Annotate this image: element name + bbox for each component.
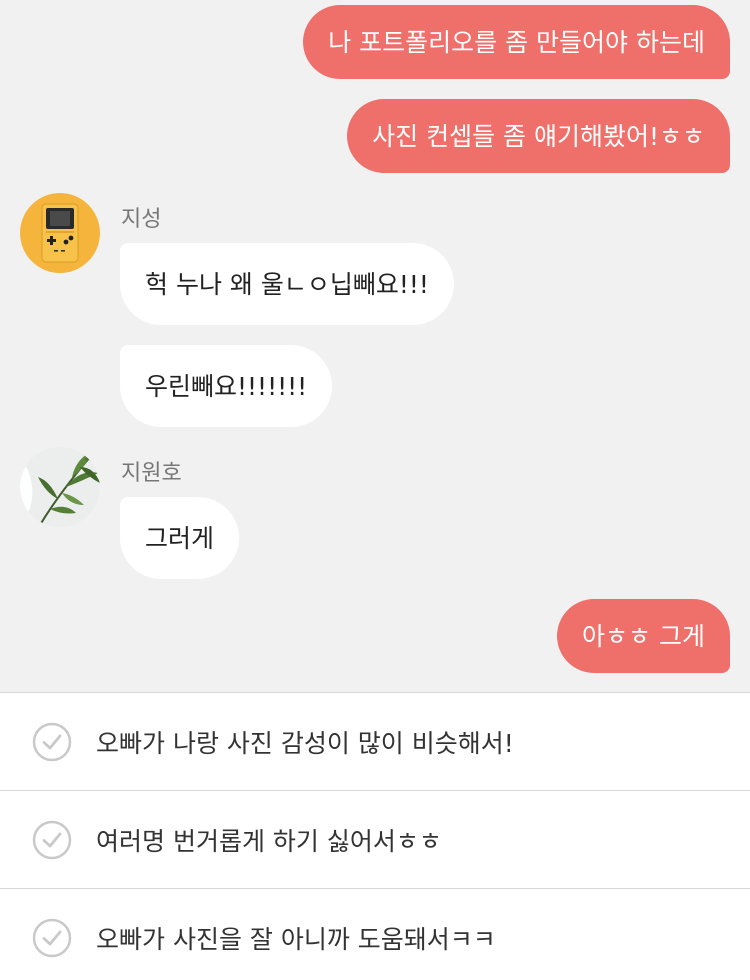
message-text: 사진 컨셉들 좀 얘기해봤어!ㅎㅎ: [372, 121, 705, 151]
reply-choice-label: 여러명 번거롭게 하기 싫어서ㅎㅎ: [96, 826, 442, 856]
message-text: 우린빼요!!!!!!!: [145, 371, 308, 401]
reply-choice-option[interactable]: 오빠가 사진을 잘 아니까 도움돼서ㅋㅋ: [0, 889, 750, 980]
message-text: 나 포트폴리오를 좀 만들어야 하는데: [328, 27, 705, 57]
reply-choices-panel: 오빠가 나랑 사진 감성이 많이 비슷해서! 여러명 번거롭게 하기 싫어서ㅎㅎ…: [0, 692, 750, 980]
reply-choice-option[interactable]: 여러명 번거롭게 하기 싫어서ㅎㅎ: [0, 791, 750, 889]
chat-area: 나 포트폴리오를 좀 만들어야 하는데 사진 컨셉들 좀 얘기해봤어!ㅎㅎ 지성…: [0, 0, 750, 692]
check-circle-icon: [32, 820, 72, 860]
my-message-bubble: 나 포트폴리오를 좀 만들어야 하는데: [303, 5, 730, 79]
sender-name: 지원호: [121, 461, 182, 486]
sender-name: 지성: [121, 207, 162, 232]
my-message-bubble: 아ㅎㅎ 그게: [557, 599, 730, 673]
other-message-bubble: 헉 누나 왜 울ㄴㅇ닙빼요!!!: [120, 243, 454, 325]
reply-choice-label: 오빠가 나랑 사진 감성이 많이 비슷해서!: [96, 728, 514, 758]
check-circle-icon: [32, 722, 72, 762]
message-text: 그러게: [145, 523, 215, 553]
message-text: 헉 누나 왜 울ㄴㅇ닙빼요!!!: [145, 269, 429, 299]
message-text: 아ㅎㅎ 그게: [582, 621, 705, 651]
my-message-bubble: 사진 컨셉들 좀 얘기해봤어!ㅎㅎ: [347, 99, 730, 173]
reply-choice-option[interactable]: 오빠가 나랑 사진 감성이 많이 비슷해서!: [0, 693, 750, 791]
gameboy-avatar-icon[interactable]: [20, 193, 100, 273]
reply-choice-label: 오빠가 사진을 잘 아니까 도움돼서ㅋㅋ: [96, 925, 496, 954]
check-circle-icon: [32, 918, 72, 958]
plant-avatar-icon[interactable]: [20, 447, 100, 527]
other-message-bubble: 우린빼요!!!!!!!: [120, 345, 333, 427]
other-message-bubble: 그러게: [120, 497, 240, 579]
